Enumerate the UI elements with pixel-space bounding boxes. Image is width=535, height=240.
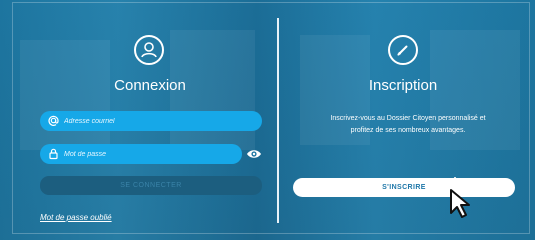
email-input[interactable] [64,114,264,128]
email-field[interactable] [40,111,264,131]
signup-description: Inscrivez-vous au Dossier Citoyen person… [330,115,486,134]
password-input[interactable] [64,147,234,161]
signup-button[interactable]: S'INSCRIRE [293,178,515,197]
password-field[interactable] [40,144,242,164]
login-button[interactable]: SE CONNECTER [40,176,262,195]
at-icon [47,114,60,127]
login-title: Connexion [114,77,186,94]
eye-icon[interactable] [246,146,262,162]
cursor-pointer-icon [436,177,478,219]
user-icon [134,35,164,65]
signup-title: Inscription [368,77,438,94]
pencil-icon [388,35,418,65]
forgot-password-link[interactable]: Mot de passe oublié [40,213,112,222]
lock-icon [47,147,60,160]
section-divider [277,18,279,223]
